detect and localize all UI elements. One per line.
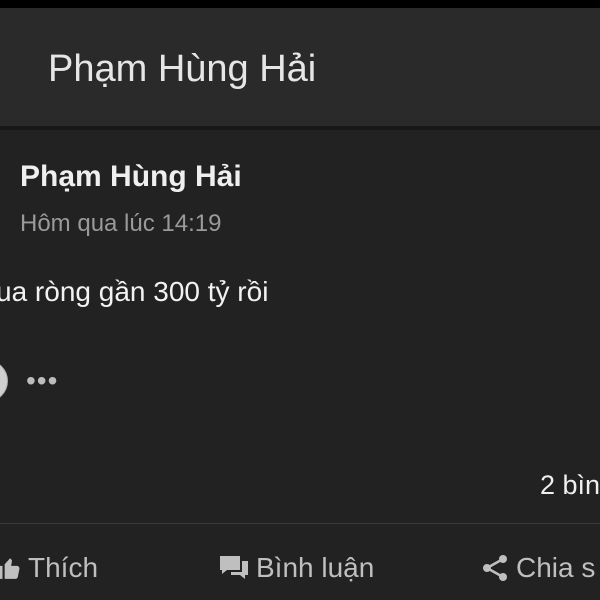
post-screen: Phạm Hùng Hải Phạm Hùng Hải Hôm qua lúc … bbox=[0, 0, 600, 600]
comment-icon bbox=[218, 554, 250, 582]
app-bar-title: Phạm Hùng Hải bbox=[48, 48, 317, 90]
post-timestamp[interactable]: Hôm qua lúc 14:19 bbox=[20, 210, 221, 238]
share-label: Chia s bbox=[516, 552, 596, 583]
reaction-avatar[interactable] bbox=[0, 360, 8, 402]
post-text: ua ròng gần 300 tỷ rồi bbox=[0, 276, 269, 307]
post-card: Phạm Hùng Hải Hôm qua lúc 14:19 ua ròng … bbox=[0, 130, 600, 600]
like-button[interactable]: Thích bbox=[0, 548, 98, 588]
share-icon bbox=[480, 553, 510, 583]
status-bar bbox=[0, 0, 600, 8]
app-bar: Phạm Hùng Hải bbox=[0, 8, 600, 126]
share-button[interactable]: Chia s bbox=[480, 548, 595, 588]
thumbs-up-icon bbox=[0, 555, 22, 581]
like-label: Thích bbox=[28, 552, 99, 583]
comment-count[interactable]: 2 bìn bbox=[540, 470, 600, 501]
comment-button[interactable]: Bình luận bbox=[218, 548, 374, 588]
more-horizontal-icon[interactable]: ••• bbox=[26, 367, 58, 395]
post-author-name[interactable]: Phạm Hùng Hải bbox=[20, 160, 242, 194]
comment-label: Bình luận bbox=[256, 552, 375, 583]
actions-divider bbox=[0, 523, 600, 524]
